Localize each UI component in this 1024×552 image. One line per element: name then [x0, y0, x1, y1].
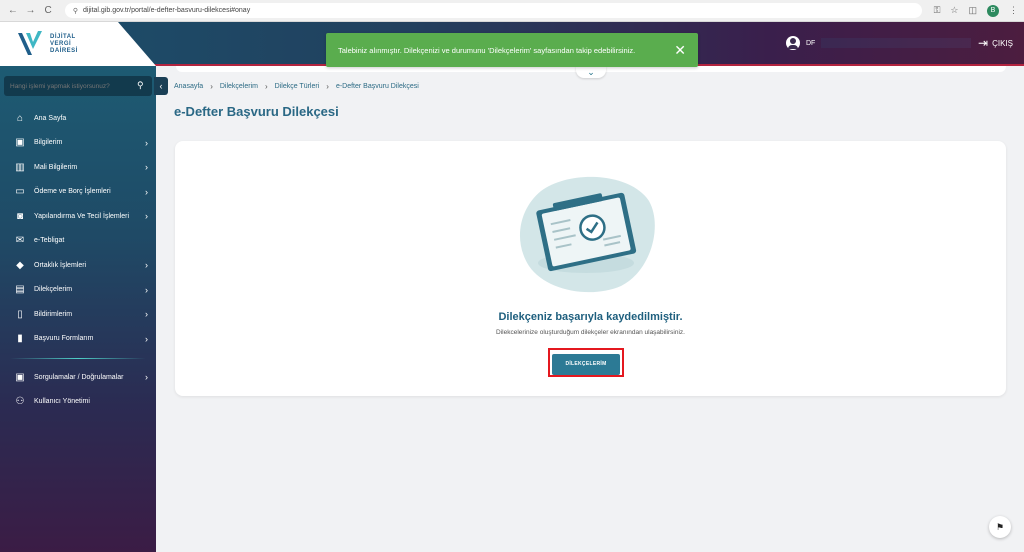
- flag-icon[interactable]: ⚑: [989, 516, 1011, 538]
- handshake-icon: ◆: [16, 259, 24, 271]
- chevron-down-icon[interactable]: ⌄: [576, 66, 606, 78]
- sidebar-item-basvuru-formlarim[interactable]: ▮ Başvuru Formlarım ›: [0, 327, 156, 352]
- cash-icon: ◙: [16, 210, 24, 222]
- breadcrumb: Anasayfa › Dilekçelerim › Dilekçe Türler…: [174, 82, 419, 91]
- logout-button[interactable]: ⇥ ÇIKIŞ: [978, 37, 1013, 49]
- home-icon: ⌂: [16, 112, 24, 124]
- chevron-right-icon: ›: [145, 211, 148, 222]
- search-icon[interactable]: ⚲: [137, 80, 144, 91]
- success-title: Dilekçeniz başarıyla kaydedilmiştir.: [498, 311, 683, 323]
- chevron-right-icon: ›: [145, 162, 148, 173]
- chart-icon: ▥: [15, 161, 25, 173]
- reload-icon[interactable]: C: [41, 5, 55, 16]
- search-input[interactable]: [4, 76, 152, 96]
- sidebar: ⚲ ‹ ⌂ Ana Sayfa ▣ Bilgilerim › ▥ Mali Bi…: [0, 66, 168, 552]
- document-icon: ▮: [17, 333, 23, 345]
- page-title: e-Defter Başvuru Dilekçesi: [174, 104, 339, 119]
- user-icon: [786, 36, 800, 50]
- chevron-right-icon: ›: [145, 333, 148, 344]
- breadcrumb-separator-icon: ›: [264, 82, 268, 91]
- sidebar-item-mali-bilgilerim[interactable]: ▥ Mali Bilgilerim ›: [0, 155, 156, 180]
- sidebar-item-e-tebligat[interactable]: ✉ e-Tebligat: [0, 229, 156, 254]
- bookmark-icon: ▯: [17, 308, 23, 320]
- browser-menu-icon[interactable]: ⋮: [1009, 5, 1018, 16]
- logout-icon: ⇥: [978, 36, 989, 50]
- sidebar-item-odeme-borc[interactable]: ▭ Ödeme ve Borç İşlemleri ›: [0, 180, 156, 205]
- address-bar[interactable]: ⚲ dijital.gib.gov.tr/portal/e-defter-bas…: [64, 3, 922, 18]
- logo[interactable]: DİJİTAL VERGİ DAİRESİ: [0, 22, 156, 66]
- success-subtitle: Dilekcelerinize oluşturduğum dilekçeler …: [496, 329, 685, 336]
- sidebar-search: ⚲ ‹: [4, 76, 168, 98]
- url-text: dijital.gib.gov.tr/portal/e-defter-basvu…: [83, 7, 251, 14]
- mail-icon: ✉: [15, 235, 25, 247]
- forward-icon[interactable]: →: [24, 5, 38, 16]
- profile-avatar[interactable]: B: [987, 4, 1000, 17]
- chevron-right-icon: ›: [145, 260, 148, 271]
- dilekcelerim-button[interactable]: DİLEKÇELERİM: [552, 353, 620, 375]
- chevron-right-icon: ›: [145, 372, 148, 383]
- sidebar-item-bilgilerim[interactable]: ▣ Bilgilerim ›: [0, 131, 156, 156]
- search-doc-icon: ▣: [15, 371, 25, 383]
- users-icon: ⚇: [15, 396, 25, 408]
- breadcrumb-separator-icon: ›: [210, 82, 213, 91]
- sidebar-item-sorgulamalar[interactable]: ▣ Sorgulamalar / Doğrulamalar ›: [0, 365, 156, 390]
- sidebar-item-dilekcelerim[interactable]: ▤ Dilekçelerim ›: [0, 278, 156, 303]
- user-name-redacted: [821, 38, 972, 48]
- toast-message: Talebiniz alınmıştır. Dilekçenizi ve dur…: [338, 45, 636, 55]
- sidebar-item-kullanici-yonetimi[interactable]: ⚇ Kullanıcı Yönetimi: [0, 390, 156, 415]
- book-icon: ▤: [15, 284, 25, 296]
- highlighted-button-frame: DİLEKÇELERİM: [548, 348, 624, 377]
- user-name: DF: [806, 39, 816, 47]
- extensions-icon[interactable]: ◫: [969, 5, 978, 16]
- sidebar-menu: ⌂ Ana Sayfa ▣ Bilgilerim › ▥ Mali Bilgil…: [0, 106, 156, 414]
- breadcrumb-separator-icon: ›: [326, 82, 329, 91]
- star-icon[interactable]: ☆: [950, 5, 958, 16]
- sidebar-item-bildirimlerim[interactable]: ▯ Bildirimlerim ›: [0, 302, 156, 327]
- id-card-icon: ▣: [15, 137, 25, 149]
- key-icon[interactable]: ⚿: [934, 5, 941, 16]
- logo-text: DİJİTAL VERGİ DAİRESİ: [50, 33, 78, 54]
- breadcrumb-item-current: e-Defter Başvuru Dilekçesi: [335, 83, 419, 90]
- user-menu[interactable]: DF: [786, 36, 972, 50]
- logout-label: ÇIKIŞ: [992, 38, 1013, 48]
- sidebar-divider: [10, 358, 146, 359]
- chevron-right-icon: ›: [145, 284, 148, 295]
- close-icon[interactable]: ✕: [674, 42, 686, 59]
- sidebar-item-ana-sayfa[interactable]: ⌂ Ana Sayfa: [0, 106, 156, 131]
- site-info-icon[interactable]: ⚲: [73, 7, 78, 15]
- back-icon[interactable]: ←: [6, 5, 20, 16]
- breadcrumb-item-dilekce-turleri[interactable]: Dilekçe Türleri: [275, 83, 320, 90]
- browser-toolbar: ← → C ⚲ dijital.gib.gov.tr/portal/e-deft…: [0, 0, 1024, 22]
- sidebar-item-yapilandirma[interactable]: ◙ Yapılandırma Ve Tecil İşlemleri ›: [0, 204, 156, 229]
- sidebar-item-ortaklik[interactable]: ◆ Ortaklık İşlemleri ›: [0, 253, 156, 278]
- chevron-right-icon: ›: [145, 309, 148, 320]
- main-content: ⌄ Anasayfa › Dilekçelerim › Dilekçe Türl…: [156, 66, 1024, 552]
- chevron-right-icon: ›: [145, 137, 148, 148]
- document-check-illustration: [519, 176, 655, 293]
- vdk-logo-icon: [18, 31, 42, 55]
- chevron-right-icon: ›: [145, 186, 148, 197]
- breadcrumb-item-anasayfa[interactable]: Anasayfa: [174, 83, 203, 90]
- credit-card-icon: ▭: [15, 186, 25, 198]
- breadcrumb-item-dilekcelerim[interactable]: Dilekçelerim: [220, 83, 258, 90]
- success-toast: Talebiniz alınmıştır. Dilekçenizi ve dur…: [326, 33, 698, 67]
- success-card: Dilekçeniz başarıyla kaydedilmiştir. Dil…: [175, 141, 1006, 396]
